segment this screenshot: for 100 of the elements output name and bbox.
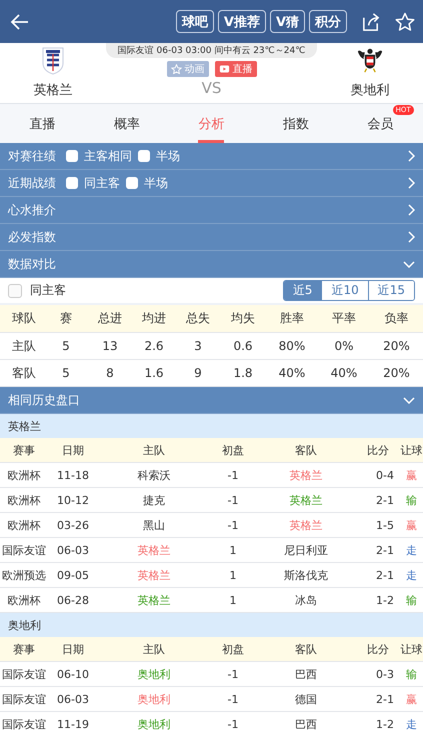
option-label: 半场 (156, 148, 180, 164)
tab[interactable]: 指数 (254, 104, 338, 143)
option-label: 同主客 (30, 282, 66, 299)
table-cell-text: 英格兰 (136, 592, 172, 608)
table-cell-text: 英格兰 (136, 568, 172, 582)
tab[interactable]: 直播 (0, 104, 85, 143)
table-cell-text: 09-05 (56, 568, 90, 582)
table-cell-text: 尼日利亚 (283, 542, 329, 558)
table-cell-text: 走 (405, 568, 418, 582)
column-header: 赛事 (12, 442, 36, 458)
column-header: 均失 (230, 310, 256, 327)
share-icon[interactable] (361, 12, 381, 32)
tab[interactable]: 概率 (84, 104, 170, 143)
table-cell-text: 1 (228, 568, 238, 582)
column-header: 让球 (400, 442, 423, 458)
column-header: 胜率 (279, 310, 305, 327)
table-cell-text: 欧洲杯 (6, 592, 42, 608)
table-cell-text: 1 (228, 544, 238, 556)
table-cell-text: 客队 (11, 364, 37, 382)
section-title: 对赛往绩 (8, 148, 56, 164)
table-cell-text: 冰岛 (294, 592, 318, 608)
column-header: 主队 (142, 442, 166, 458)
back-icon[interactable] (10, 14, 30, 30)
table-cell-text: 5 (61, 339, 71, 353)
table-cell-text: 英格兰 (288, 518, 324, 532)
column-header: 比分 (366, 442, 390, 458)
checkbox[interactable] (8, 284, 22, 298)
header-button[interactable]: V推荐 (218, 10, 266, 33)
table-cell-text: 捷克 (142, 492, 166, 508)
crest-icon (40, 45, 66, 75)
column-header: 主队 (142, 642, 166, 656)
header-button[interactable]: 球吧 (176, 10, 214, 33)
table-cell-text: 走 (405, 542, 418, 558)
section-bar[interactable]: 相同历史盘口 (0, 387, 423, 414)
table-cell-text: 国际友谊 (1, 542, 47, 558)
table-cell-text: 德国 (294, 692, 318, 706)
section-bar[interactable]: 心水推介 (0, 197, 423, 224)
section-bar[interactable]: 数据对比 (0, 251, 423, 278)
chevron-down-icon[interactable] (403, 260, 415, 268)
range-tab[interactable]: 近5 (284, 281, 322, 300)
table-cell-text: -1 (226, 494, 240, 506)
tab[interactable]: 分析 (169, 104, 254, 143)
checkbox[interactable] (126, 177, 138, 189)
table-cell-text: 9 (193, 366, 203, 380)
table-cell-text: 2.6 (143, 339, 165, 353)
column-header: 球队 (11, 310, 37, 327)
table-cell-text: -1 (226, 692, 240, 706)
team-name: 英格兰 (33, 82, 72, 99)
chevron-right-icon[interactable] (408, 231, 415, 243)
table-cell-text: 1 (228, 594, 238, 606)
table-cell-text: 0% (333, 339, 355, 353)
live-button[interactable]: 直播 (214, 61, 256, 77)
section-title: 必发指数 (8, 228, 56, 246)
table-cell-text: 20% (382, 339, 411, 353)
table-cell-text: 10-12 (56, 494, 90, 506)
team-name: 奥地利 (350, 82, 390, 99)
table-cell-text: 8 (105, 366, 115, 380)
table-cell-text: -1 (226, 718, 240, 730)
chevron-right-icon[interactable] (408, 204, 415, 216)
table-cell-text: 2-1 (375, 568, 395, 582)
table-cell-text: 2-1 (375, 692, 395, 706)
table-cell-text: 奥地利 (136, 666, 172, 682)
chevron-right-icon[interactable] (408, 150, 415, 162)
table-cell-text: 巴西 (294, 716, 318, 732)
section-bar[interactable]: 近期战绩 同主客 半场 (0, 170, 423, 197)
column-header: 均进 (141, 310, 167, 327)
option-label: 主客相同 (84, 148, 132, 164)
table-cell-text: 0-4 (375, 468, 395, 482)
table-cell-text: 主队 (11, 338, 37, 354)
table-cell-text: 0.6 (232, 339, 254, 353)
table-cell-text: 国际友谊 (1, 666, 47, 682)
table-cell-text: 输 (405, 492, 418, 508)
chevron-down-icon[interactable] (403, 396, 415, 404)
section-bar[interactable]: 对赛往绩 主客相同 半场 (0, 143, 423, 170)
column-header: 负率 (384, 310, 410, 327)
header-button[interactable]: 积分 (309, 10, 347, 33)
table-cell-text: 科索沃 (136, 468, 172, 482)
table-cell-text: 输 (405, 592, 418, 608)
checkbox[interactable] (66, 150, 78, 162)
option-label: 半场 (144, 174, 168, 192)
table-cell-text: 英格兰 (136, 542, 172, 558)
table-cell-text: 赢 (405, 518, 418, 532)
table-cell-text: 2-1 (375, 494, 395, 506)
section-bar[interactable]: 必发指数 (0, 224, 423, 251)
section-title: 数据对比 (8, 256, 56, 272)
table-cell-text: 欧洲杯 (6, 468, 42, 482)
checkbox[interactable] (138, 150, 150, 162)
checkbox[interactable] (66, 177, 78, 189)
column-header: 初盘 (221, 642, 245, 656)
table-cell-text: 1.6 (143, 366, 165, 380)
section-title: 心水推介 (8, 202, 56, 218)
table-cell-text: 输 (405, 666, 418, 682)
chevron-right-icon[interactable] (408, 177, 415, 189)
table-cell-text: 奥地利 (136, 716, 172, 732)
range-tab[interactable]: 近15 (368, 281, 414, 300)
star-icon[interactable] (395, 12, 415, 32)
column-header: 赛 (59, 310, 73, 327)
table-cell-text: -1 (226, 518, 240, 532)
header-button[interactable]: V猜 (270, 10, 305, 33)
section-title: 近期战绩 (8, 174, 56, 192)
